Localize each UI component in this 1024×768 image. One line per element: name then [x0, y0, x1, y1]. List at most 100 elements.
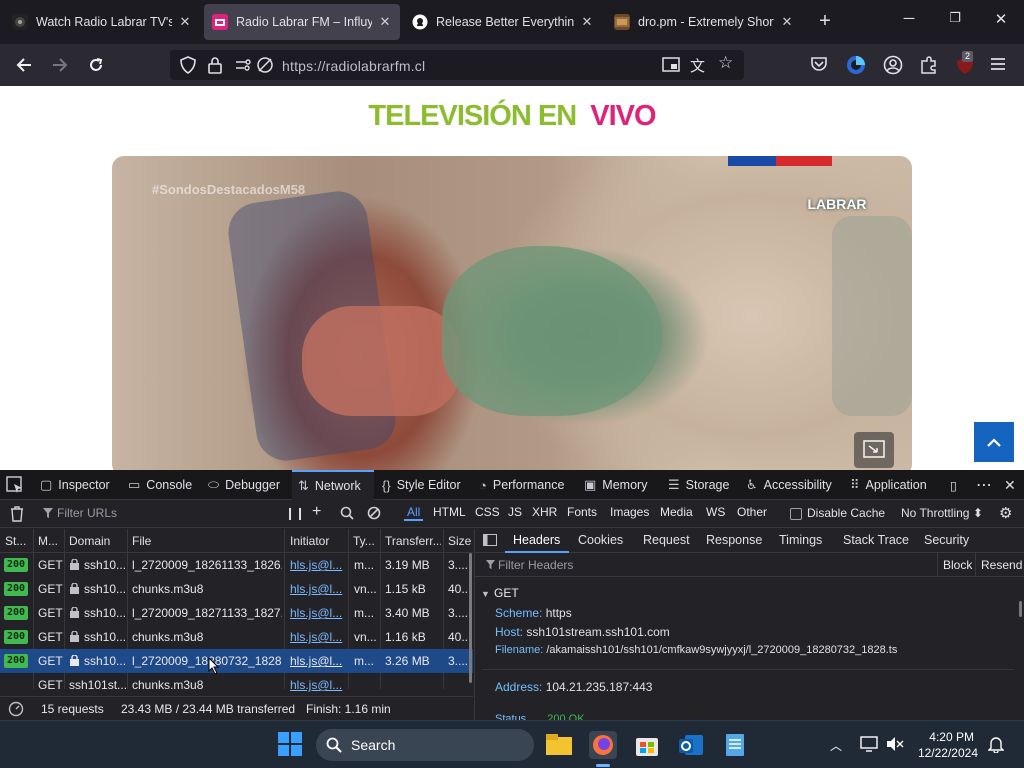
- responsive-design-mode-icon[interactable]: ▯: [950, 470, 957, 500]
- clear-trash-icon[interactable]: [10, 506, 24, 525]
- translate-icon[interactable]: 文: [690, 55, 705, 76]
- col-file[interactable]: File: [132, 534, 282, 548]
- details-tab-response[interactable]: Response: [706, 533, 762, 547]
- permissions-icon[interactable]: [234, 57, 252, 76]
- col-initiator[interactable]: Initiator: [290, 534, 346, 548]
- picture-in-picture-icon[interactable]: [662, 56, 680, 77]
- devtools-tab-storage[interactable]: ☰ Storage: [668, 470, 729, 500]
- col-method[interactable]: M...: [38, 534, 64, 548]
- request-section-title[interactable]: GET: [494, 586, 519, 600]
- request-initiator-link[interactable]: hls.js@l...: [290, 630, 346, 644]
- reload-icon[interactable]: [82, 51, 110, 79]
- col-domain[interactable]: Domain: [69, 534, 127, 548]
- details-tab-security[interactable]: Security: [924, 533, 969, 547]
- table-row[interactable]: 200 GET ssh10... chunks.m3u8 hls.js@l...…: [0, 625, 473, 649]
- close-devtools-icon[interactable]: ✕: [1004, 470, 1016, 500]
- devtools-tab-console[interactable]: ▭ Console: [128, 470, 192, 500]
- resend-button[interactable]: Resend: [981, 558, 1022, 572]
- back-icon[interactable]: [10, 51, 38, 79]
- filter-css[interactable]: CSS: [475, 505, 500, 519]
- chevron-down-icon[interactable]: ▼: [481, 589, 490, 599]
- request-initiator-link[interactable]: hls.js@l...: [290, 558, 346, 572]
- filter-ws[interactable]: WS: [706, 505, 725, 519]
- filter-xhr[interactable]: XHR: [532, 505, 557, 519]
- address-bar[interactable]: https://radiolabrarfm.cl 文 ☆: [170, 50, 744, 80]
- devtools-tab-performance[interactable]: ◔ Performance: [479, 470, 564, 500]
- toggle-sidebar-icon[interactable]: [483, 534, 497, 549]
- table-row[interactable]: 200 GET ssh10... l_2720009_18271133_1827…: [0, 601, 473, 625]
- devtools-tab-accessibility[interactable]: ♿ Accessibility: [746, 470, 832, 500]
- details-tab-timings[interactable]: Timings: [779, 533, 822, 547]
- account-icon[interactable]: [883, 55, 903, 78]
- forward-icon[interactable]: [46, 51, 74, 79]
- table-row[interactable]: 200 GET ssh10... chunks.m3u8 hls.js@l...…: [0, 577, 473, 601]
- notepad-icon[interactable]: [721, 731, 749, 759]
- request-initiator-link[interactable]: hls.js@l...: [290, 678, 346, 692]
- plus-icon[interactable]: +: [814, 10, 836, 32]
- table-row[interactable]: GET ssh101st... chunks.m3u8 hls.js@l...: [0, 673, 473, 697]
- table-row-selected[interactable]: 200 GET ssh10... l_2720009_18280732_1828…: [0, 649, 473, 675]
- details-tab-headers[interactable]: Headers: [513, 533, 560, 547]
- request-initiator-link[interactable]: hls.js@l...: [290, 654, 346, 668]
- filter-media[interactable]: Media: [660, 505, 693, 519]
- filter-html[interactable]: HTML: [433, 505, 466, 519]
- browser-tab-3[interactable]: Release Better Everything – ✕: [404, 4, 602, 40]
- display-icon[interactable]: [860, 736, 878, 755]
- windows-start-icon[interactable]: [277, 731, 305, 759]
- devtools-tab-inspector[interactable]: ▢ Inspector: [40, 470, 110, 500]
- microsoft-store-icon[interactable]: [633, 731, 661, 759]
- live-video-player[interactable]: #SondosDestacadosM58 LABRAR: [112, 156, 912, 470]
- notification-bell-icon[interactable]: [987, 735, 1005, 756]
- details-tab-request[interactable]: Request: [643, 533, 690, 547]
- performance-analysis-icon[interactable]: [8, 701, 24, 720]
- extensions-puzzle-icon[interactable]: [919, 55, 939, 78]
- taskbar-search-box[interactable]: Search: [316, 729, 534, 761]
- volume-muted-icon[interactable]: [886, 736, 904, 755]
- filter-other[interactable]: Other: [737, 505, 767, 519]
- filter-headers-input[interactable]: Filter Headers: [498, 558, 573, 572]
- block-requests-icon[interactable]: [367, 506, 381, 523]
- network-settings-gear-icon[interactable]: ⚙: [999, 504, 1012, 522]
- close-tab-icon[interactable]: ✕: [178, 14, 192, 30]
- autoplay-blocked-icon[interactable]: [256, 56, 274, 77]
- disable-cache-checkbox[interactable]: [790, 508, 802, 520]
- filter-fonts[interactable]: Fonts: [567, 505, 597, 519]
- clock-date[interactable]: 12/22/2024: [914, 746, 978, 760]
- col-status[interactable]: St...: [5, 534, 31, 548]
- filter-urls-input[interactable]: Filter URLs: [57, 506, 117, 520]
- browser-tab-2[interactable]: Radio Labrar FM – Influye ✕: [204, 4, 400, 40]
- chevron-up-icon[interactable]: ︿: [830, 737, 842, 754]
- firefox-icon[interactable]: [589, 731, 617, 759]
- throttling-select[interactable]: No Throttling ⬍: [901, 506, 983, 520]
- devtools-tab-style-editor[interactable]: {} Style Editor: [382, 470, 461, 500]
- devtools-tab-network[interactable]: ⇅ Network: [292, 470, 374, 500]
- scroll-to-top-button[interactable]: [974, 422, 1014, 462]
- filter-all[interactable]: All: [404, 505, 424, 521]
- restore-icon[interactable]: ❐: [940, 10, 970, 26]
- hamburger-menu-icon[interactable]: [990, 56, 1006, 75]
- request-list-scrollbar[interactable]: [469, 553, 472, 683]
- search-icon[interactable]: [340, 506, 354, 523]
- filter-images[interactable]: Images: [610, 505, 649, 519]
- close-tab-icon[interactable]: ✕: [780, 14, 794, 30]
- add-request-plus-icon[interactable]: +: [312, 503, 321, 521]
- request-initiator-link[interactable]: hls.js@l...: [290, 606, 346, 620]
- lock-icon[interactable]: [208, 56, 222, 77]
- browser-tab-4[interactable]: dro.pm - Extremely Short L ✕: [606, 4, 802, 40]
- pause-icon[interactable]: ❙❙: [285, 506, 305, 520]
- browser-tab-1[interactable]: Watch Radio Labrar TV's St ✕: [4, 4, 200, 40]
- request-initiator-link[interactable]: hls.js@l...: [290, 582, 346, 596]
- element-picker-icon[interactable]: [6, 470, 24, 500]
- col-size[interactable]: Size: [448, 534, 472, 548]
- filter-js[interactable]: JS: [508, 505, 522, 519]
- close-tab-icon[interactable]: ✕: [378, 14, 392, 30]
- vpn-extension-icon[interactable]: [846, 55, 866, 78]
- devtools-tab-memory[interactable]: ▣ Memory: [584, 470, 647, 500]
- tracking-protection-shield-icon[interactable]: [180, 56, 196, 77]
- outlook-icon[interactable]: [677, 731, 705, 759]
- clock-time[interactable]: 4:20 PM: [922, 730, 974, 744]
- block-button[interactable]: Block: [943, 558, 972, 572]
- file-explorer-icon[interactable]: [545, 731, 573, 759]
- table-row[interactable]: 200 GET ssh10... l_2720009_18261133_1826…: [0, 553, 473, 577]
- url-text[interactable]: https://radiolabrarfm.cl: [282, 58, 425, 74]
